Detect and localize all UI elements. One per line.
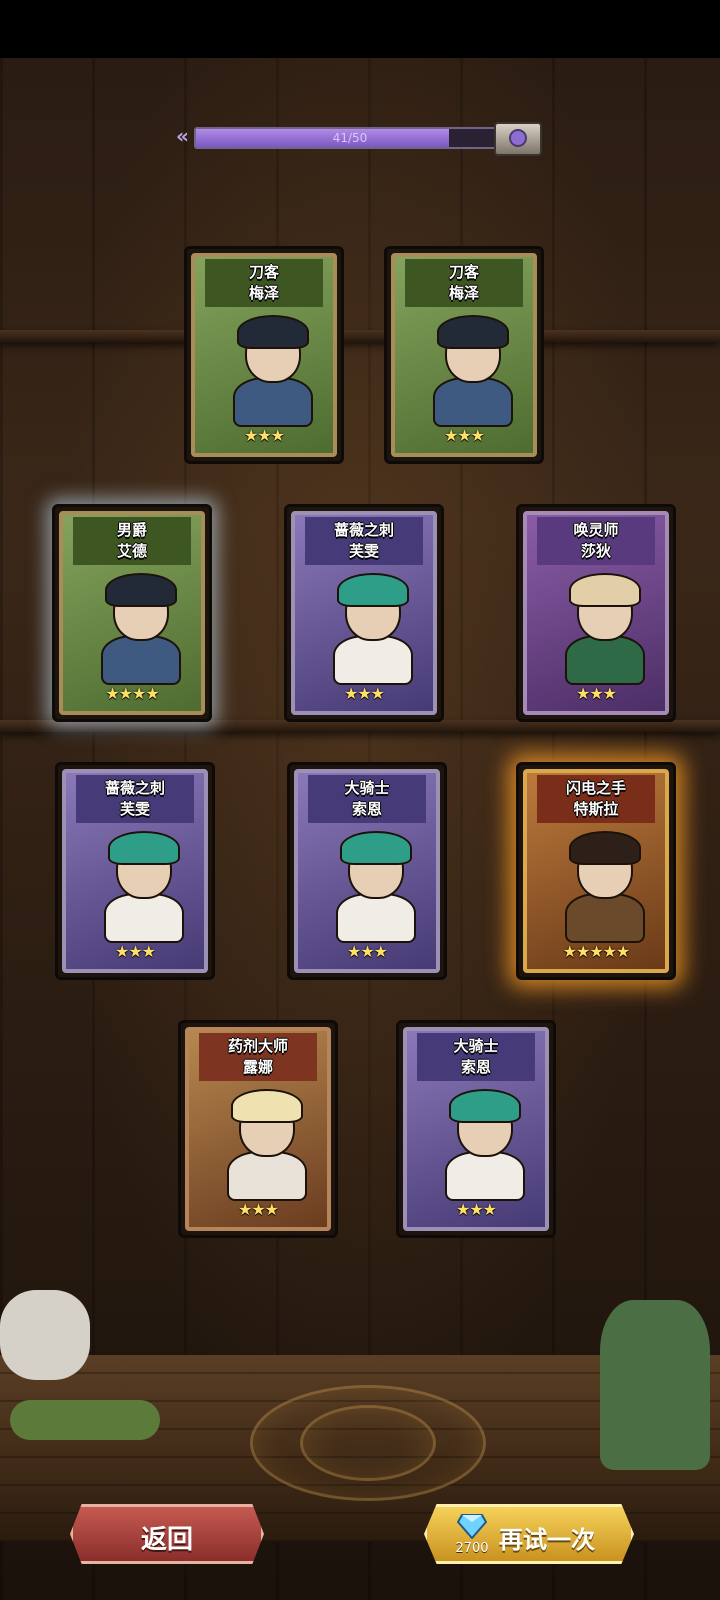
- shelf: [0, 330, 720, 342]
- card-banner: 蔷薇之刺 芙雯: [305, 517, 423, 565]
- star-rating: ★★★★★: [562, 942, 631, 961]
- hero-card[interactable]: 刀客梅泽 ★★★: [184, 246, 344, 464]
- card-frame: 药剂大师露娜 ★★★: [185, 1027, 331, 1231]
- progress-track: 41/50: [194, 127, 506, 149]
- hero-name: 艾德: [116, 542, 147, 560]
- double-chevron-left-icon: «: [176, 124, 189, 148]
- star-rating: ★★★: [114, 942, 156, 961]
- hero-class: 刀客: [448, 263, 479, 281]
- hero-portrait: [437, 1089, 525, 1201]
- hero-name: 芙雯: [348, 542, 379, 560]
- card-frame: 刀客梅泽 ★★★: [191, 253, 337, 457]
- card-banner: 蔷薇之刺 芙雯: [76, 775, 194, 823]
- star-rating: ★★★: [575, 684, 617, 703]
- card-frame: 大骑士索恩 ★★★: [294, 769, 440, 973]
- card-frame: 男爵艾德 ★★★★: [59, 511, 205, 715]
- card-banner: 男爵 艾德: [73, 517, 191, 565]
- card-banner: 闪电之手 特斯拉: [537, 775, 655, 823]
- diamond-icon: [457, 1514, 487, 1539]
- hero-card[interactable]: 蔷薇之刺芙雯 ★★★: [284, 504, 444, 722]
- hero-class: 刀客: [248, 263, 279, 281]
- back-button[interactable]: 返回: [70, 1504, 264, 1564]
- hero-portrait: [96, 831, 184, 943]
- card-banner: 药剂大师 露娜: [199, 1033, 317, 1081]
- hero-card[interactable]: 闪电之手特斯拉 ★★★★★: [516, 762, 676, 980]
- bottle-lying-prop: [10, 1400, 160, 1440]
- star-rating: ★★★: [343, 684, 385, 703]
- hero-name: 特斯拉: [573, 800, 619, 818]
- hero-class: 闪电之手: [565, 779, 626, 797]
- hero-name: 索恩: [351, 800, 382, 818]
- card-frame: 蔷薇之刺芙雯 ★★★: [62, 769, 208, 973]
- card-banner: 大骑士 索恩: [308, 775, 426, 823]
- star-rating: ★★★: [443, 426, 485, 445]
- hero-class: 唤灵师: [573, 521, 619, 539]
- hero-name: 芙雯: [119, 800, 150, 818]
- progress-bar: « 41/50: [176, 122, 546, 156]
- gacha-result-screen: « 41/50 刀客 梅泽 ★★★ 刀客 梅泽 ★★★ 男爵 艾德 ★★★★ 蔷薇之刺 芙雯 ★★★ 唤…: [0, 0, 720, 1600]
- rune-circle-inner: [300, 1405, 436, 1481]
- hero-portrait: [93, 573, 181, 685]
- hero-name: 索恩: [460, 1058, 491, 1076]
- hero-card[interactable]: 唤灵师莎狄 ★★★: [516, 504, 676, 722]
- hero-portrait: [557, 831, 645, 943]
- hero-class: 蔷薇之刺: [104, 779, 165, 797]
- hero-portrait: [219, 1089, 307, 1201]
- star-rating: ★★★: [243, 426, 285, 445]
- card-frame: 唤灵师莎狄 ★★★: [523, 511, 669, 715]
- hero-card[interactable]: 男爵艾德 ★★★★: [52, 504, 212, 722]
- hero-card[interactable]: 大骑士索恩 ★★★: [396, 1020, 556, 1238]
- hero-class: 药剂大师: [227, 1037, 288, 1055]
- hero-name: 梅泽: [248, 284, 279, 302]
- star-rating: ★★★★: [105, 684, 159, 703]
- candle-prop: [0, 1290, 90, 1380]
- progress-text: 41/50: [332, 131, 368, 145]
- retry-button[interactable]: 2700 再试一次: [424, 1504, 634, 1564]
- card-frame: 闪电之手特斯拉 ★★★★★: [523, 769, 669, 973]
- back-button-label: 返回: [140, 1525, 193, 1555]
- card-banner: 大骑士 索恩: [417, 1033, 535, 1081]
- hero-portrait: [328, 831, 416, 943]
- hero-portrait: [425, 315, 513, 427]
- star-rating: ★★★: [346, 942, 388, 961]
- hero-card[interactable]: 蔷薇之刺芙雯 ★★★: [55, 762, 215, 980]
- hero-card[interactable]: 药剂大师露娜 ★★★: [178, 1020, 338, 1238]
- card-banner: 唤灵师 莎狄: [537, 517, 655, 565]
- chest-icon[interactable]: [494, 122, 542, 156]
- hero-name: 莎狄: [580, 542, 611, 560]
- hero-class: 大骑士: [453, 1037, 499, 1055]
- retry-cost: 2700: [455, 1541, 489, 1556]
- hero-portrait: [557, 573, 645, 685]
- card-banner: 刀客 梅泽: [405, 259, 523, 307]
- bottle-prop: [600, 1300, 710, 1470]
- card-frame: 大骑士索恩 ★★★: [403, 1027, 549, 1231]
- hero-class: 大骑士: [344, 779, 390, 797]
- star-rating: ★★★: [237, 1200, 279, 1219]
- chest-gem: [509, 129, 527, 147]
- hero-name: 梅泽: [448, 284, 479, 302]
- hero-class: 男爵: [116, 521, 147, 539]
- star-rating: ★★★: [455, 1200, 497, 1219]
- hero-class: 蔷薇之刺: [333, 521, 394, 539]
- card-frame: 刀客梅泽 ★★★: [391, 253, 537, 457]
- card-banner: 刀客 梅泽: [205, 259, 323, 307]
- hero-name: 露娜: [242, 1058, 273, 1076]
- card-frame: 蔷薇之刺芙雯 ★★★: [291, 511, 437, 715]
- hero-card[interactable]: 大骑士索恩 ★★★: [287, 762, 447, 980]
- hero-portrait: [225, 315, 313, 427]
- retry-button-label: 再试一次: [499, 1526, 595, 1554]
- hero-portrait: [325, 573, 413, 685]
- hero-card[interactable]: 刀客梅泽 ★★★: [384, 246, 544, 464]
